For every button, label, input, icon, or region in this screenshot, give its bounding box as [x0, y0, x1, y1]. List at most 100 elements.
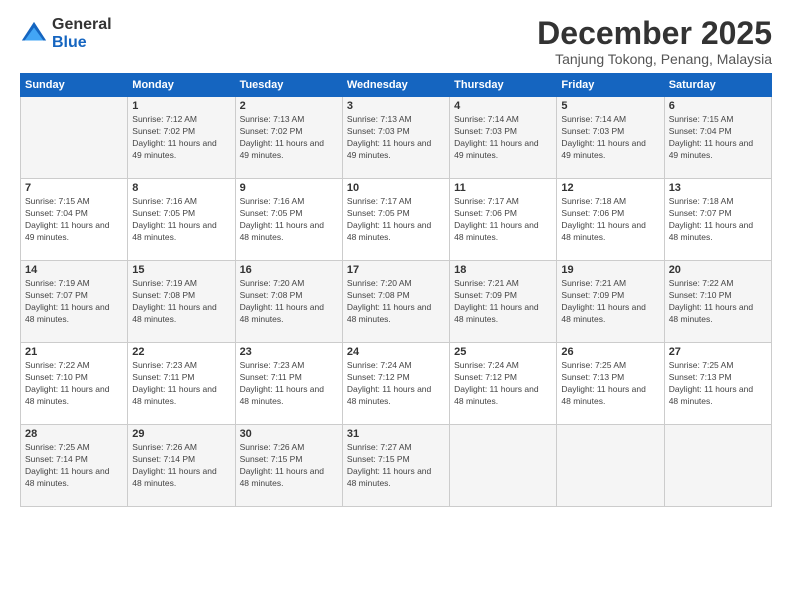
day-cell: 20 Sunrise: 7:22 AMSunset: 7:10 PMDaylig… — [664, 261, 771, 343]
day-info: Sunrise: 7:26 AMSunset: 7:15 PMDaylight:… — [240, 442, 338, 490]
day-cell: 23 Sunrise: 7:23 AMSunset: 7:11 PMDaylig… — [235, 343, 342, 425]
day-number: 28 — [25, 428, 123, 440]
day-cell: 18 Sunrise: 7:21 AMSunset: 7:09 PMDaylig… — [450, 261, 557, 343]
calendar-table: Sunday Monday Tuesday Wednesday Thursday… — [20, 73, 772, 507]
day-cell: 13 Sunrise: 7:18 AMSunset: 7:07 PMDaylig… — [664, 179, 771, 261]
day-info: Sunrise: 7:14 AMSunset: 7:03 PMDaylight:… — [561, 114, 659, 162]
day-info: Sunrise: 7:14 AMSunset: 7:03 PMDaylight:… — [454, 114, 552, 162]
day-cell: 26 Sunrise: 7:25 AMSunset: 7:13 PMDaylig… — [557, 343, 664, 425]
day-cell — [450, 425, 557, 507]
day-number: 3 — [347, 100, 445, 112]
month-title: December 2025 — [537, 16, 772, 51]
day-info: Sunrise: 7:21 AMSunset: 7:09 PMDaylight:… — [561, 278, 659, 326]
day-info: Sunrise: 7:13 AMSunset: 7:03 PMDaylight:… — [347, 114, 445, 162]
header: General Blue December 2025 Tanjung Tokon… — [20, 16, 772, 67]
day-info: Sunrise: 7:26 AMSunset: 7:14 PMDaylight:… — [132, 442, 230, 490]
day-cell: 10 Sunrise: 7:17 AMSunset: 7:05 PMDaylig… — [342, 179, 449, 261]
logo: General Blue — [20, 16, 112, 52]
day-cell: 2 Sunrise: 7:13 AMSunset: 7:02 PMDayligh… — [235, 97, 342, 179]
day-cell — [557, 425, 664, 507]
day-info: Sunrise: 7:22 AMSunset: 7:10 PMDaylight:… — [25, 360, 123, 408]
day-info: Sunrise: 7:27 AMSunset: 7:15 PMDaylight:… — [347, 442, 445, 490]
day-info: Sunrise: 7:20 AMSunset: 7:08 PMDaylight:… — [347, 278, 445, 326]
day-cell — [664, 425, 771, 507]
day-number: 18 — [454, 264, 552, 276]
day-info: Sunrise: 7:23 AMSunset: 7:11 PMDaylight:… — [132, 360, 230, 408]
day-cell: 14 Sunrise: 7:19 AMSunset: 7:07 PMDaylig… — [21, 261, 128, 343]
day-number: 30 — [240, 428, 338, 440]
day-cell: 21 Sunrise: 7:22 AMSunset: 7:10 PMDaylig… — [21, 343, 128, 425]
day-info: Sunrise: 7:20 AMSunset: 7:08 PMDaylight:… — [240, 278, 338, 326]
col-monday: Monday — [128, 74, 235, 97]
day-number: 23 — [240, 346, 338, 358]
day-info: Sunrise: 7:16 AMSunset: 7:05 PMDaylight:… — [240, 196, 338, 244]
day-number: 27 — [669, 346, 767, 358]
header-row: Sunday Monday Tuesday Wednesday Thursday… — [21, 74, 772, 97]
col-thursday: Thursday — [450, 74, 557, 97]
day-number: 15 — [132, 264, 230, 276]
day-cell: 16 Sunrise: 7:20 AMSunset: 7:08 PMDaylig… — [235, 261, 342, 343]
week-row-2: 7 Sunrise: 7:15 AMSunset: 7:04 PMDayligh… — [21, 179, 772, 261]
day-number: 2 — [240, 100, 338, 112]
day-number: 17 — [347, 264, 445, 276]
day-cell: 12 Sunrise: 7:18 AMSunset: 7:06 PMDaylig… — [557, 179, 664, 261]
day-number: 5 — [561, 100, 659, 112]
page: General Blue December 2025 Tanjung Tokon… — [0, 0, 792, 612]
day-number: 20 — [669, 264, 767, 276]
day-info: Sunrise: 7:12 AMSunset: 7:02 PMDaylight:… — [132, 114, 230, 162]
day-cell: 19 Sunrise: 7:21 AMSunset: 7:09 PMDaylig… — [557, 261, 664, 343]
day-number: 24 — [347, 346, 445, 358]
day-info: Sunrise: 7:22 AMSunset: 7:10 PMDaylight:… — [669, 278, 767, 326]
day-number: 7 — [25, 182, 123, 194]
day-number: 19 — [561, 264, 659, 276]
day-info: Sunrise: 7:13 AMSunset: 7:02 PMDaylight:… — [240, 114, 338, 162]
day-info: Sunrise: 7:15 AMSunset: 7:04 PMDaylight:… — [669, 114, 767, 162]
day-cell — [21, 97, 128, 179]
col-sunday: Sunday — [21, 74, 128, 97]
day-number: 11 — [454, 182, 552, 194]
day-cell: 8 Sunrise: 7:16 AMSunset: 7:05 PMDayligh… — [128, 179, 235, 261]
col-friday: Friday — [557, 74, 664, 97]
col-wednesday: Wednesday — [342, 74, 449, 97]
week-row-4: 21 Sunrise: 7:22 AMSunset: 7:10 PMDaylig… — [21, 343, 772, 425]
day-cell: 9 Sunrise: 7:16 AMSunset: 7:05 PMDayligh… — [235, 179, 342, 261]
day-cell: 25 Sunrise: 7:24 AMSunset: 7:12 PMDaylig… — [450, 343, 557, 425]
day-cell: 15 Sunrise: 7:19 AMSunset: 7:08 PMDaylig… — [128, 261, 235, 343]
day-cell: 31 Sunrise: 7:27 AMSunset: 7:15 PMDaylig… — [342, 425, 449, 507]
col-saturday: Saturday — [664, 74, 771, 97]
day-cell: 29 Sunrise: 7:26 AMSunset: 7:14 PMDaylig… — [128, 425, 235, 507]
day-number: 13 — [669, 182, 767, 194]
day-cell: 17 Sunrise: 7:20 AMSunset: 7:08 PMDaylig… — [342, 261, 449, 343]
logo-general: General — [52, 16, 112, 33]
day-number: 6 — [669, 100, 767, 112]
logo-blue: Blue — [52, 34, 87, 51]
title-block: December 2025 Tanjung Tokong, Penang, Ma… — [537, 16, 772, 67]
day-info: Sunrise: 7:18 AMSunset: 7:06 PMDaylight:… — [561, 196, 659, 244]
day-info: Sunrise: 7:21 AMSunset: 7:09 PMDaylight:… — [454, 278, 552, 326]
day-cell: 6 Sunrise: 7:15 AMSunset: 7:04 PMDayligh… — [664, 97, 771, 179]
day-number: 12 — [561, 182, 659, 194]
day-number: 31 — [347, 428, 445, 440]
day-cell: 4 Sunrise: 7:14 AMSunset: 7:03 PMDayligh… — [450, 97, 557, 179]
day-number: 4 — [454, 100, 552, 112]
calendar-body: 1 Sunrise: 7:12 AMSunset: 7:02 PMDayligh… — [21, 97, 772, 507]
day-info: Sunrise: 7:19 AMSunset: 7:07 PMDaylight:… — [25, 278, 123, 326]
week-row-1: 1 Sunrise: 7:12 AMSunset: 7:02 PMDayligh… — [21, 97, 772, 179]
day-info: Sunrise: 7:19 AMSunset: 7:08 PMDaylight:… — [132, 278, 230, 326]
day-cell: 22 Sunrise: 7:23 AMSunset: 7:11 PMDaylig… — [128, 343, 235, 425]
week-row-3: 14 Sunrise: 7:19 AMSunset: 7:07 PMDaylig… — [21, 261, 772, 343]
day-cell: 11 Sunrise: 7:17 AMSunset: 7:06 PMDaylig… — [450, 179, 557, 261]
day-number: 14 — [25, 264, 123, 276]
logo-text: General Blue — [52, 16, 112, 52]
day-cell: 5 Sunrise: 7:14 AMSunset: 7:03 PMDayligh… — [557, 97, 664, 179]
day-info: Sunrise: 7:15 AMSunset: 7:04 PMDaylight:… — [25, 196, 123, 244]
day-info: Sunrise: 7:24 AMSunset: 7:12 PMDaylight:… — [454, 360, 552, 408]
day-cell: 24 Sunrise: 7:24 AMSunset: 7:12 PMDaylig… — [342, 343, 449, 425]
day-cell: 28 Sunrise: 7:25 AMSunset: 7:14 PMDaylig… — [21, 425, 128, 507]
day-number: 1 — [132, 100, 230, 112]
day-number: 25 — [454, 346, 552, 358]
day-cell: 7 Sunrise: 7:15 AMSunset: 7:04 PMDayligh… — [21, 179, 128, 261]
day-info: Sunrise: 7:25 AMSunset: 7:13 PMDaylight:… — [561, 360, 659, 408]
week-row-5: 28 Sunrise: 7:25 AMSunset: 7:14 PMDaylig… — [21, 425, 772, 507]
day-cell: 1 Sunrise: 7:12 AMSunset: 7:02 PMDayligh… — [128, 97, 235, 179]
